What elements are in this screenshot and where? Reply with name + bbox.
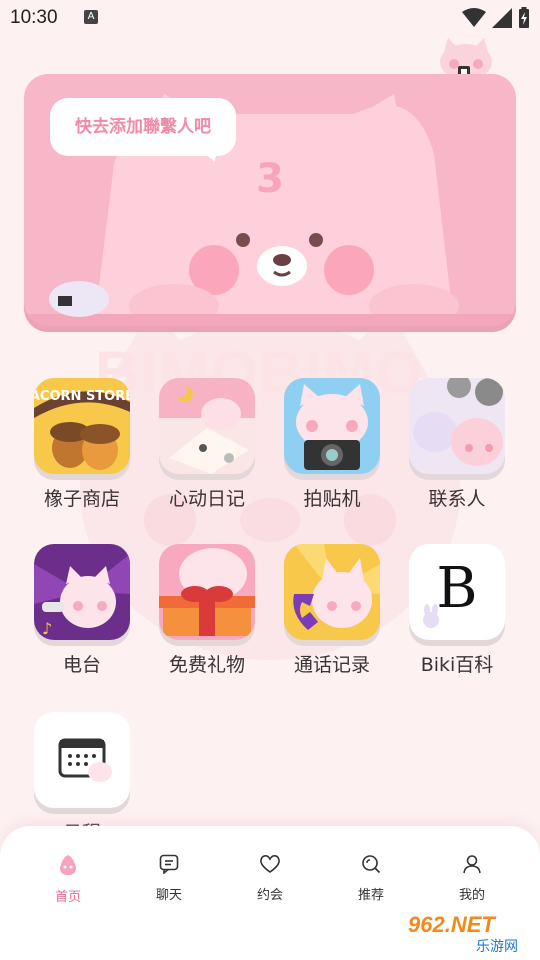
brand-watermark: 962.NET 乐游网	[402, 912, 536, 956]
svg-text:♪: ♪	[42, 619, 52, 638]
home-icon	[60, 855, 76, 875]
brand-line-1: 962.NET	[408, 912, 495, 937]
app-heart-diary[interactable]: 心动日记	[152, 378, 262, 511]
app-acorn-store[interactable]: ACORN STORE 橡子商店	[27, 378, 137, 511]
app-radio[interactable]: ♪ 电台	[27, 544, 137, 677]
app-label: Biki百科	[420, 654, 494, 676]
app-contacts[interactable]: 联系人	[402, 378, 512, 511]
nav-chat[interactable]: 聊天	[129, 854, 209, 903]
app-label: 联系人	[428, 488, 486, 510]
nav-home[interactable]: 首页	[28, 854, 108, 905]
app-label: 通话记录	[293, 654, 370, 676]
app-label: 电台	[62, 654, 101, 676]
nav-recommend[interactable]: 推荐	[331, 854, 411, 903]
wifi-icon	[462, 8, 486, 27]
app-biki-wiki[interactable]: B Biki百科	[402, 544, 512, 677]
contacts-icon	[409, 378, 505, 474]
battery-icon	[519, 7, 529, 28]
nav-date-label: 约会	[256, 888, 283, 903]
notification-icon: A	[84, 10, 98, 24]
brand-line-2: 乐游网	[476, 939, 518, 955]
heart-icon	[260, 855, 280, 873]
nav-date[interactable]: 约会	[230, 854, 310, 903]
app-free-gift[interactable]: 免费礼物	[152, 544, 262, 677]
heart-diary-icon	[159, 378, 255, 474]
app-label: 心动日记	[168, 488, 245, 510]
nav-chat-label: 聊天	[155, 888, 182, 903]
user-icon	[463, 855, 481, 874]
nav-recommend-label: 推荐	[357, 888, 384, 903]
status-time: 10:30	[10, 7, 58, 28]
biki-wiki-icon: B	[409, 544, 505, 640]
app-label: 橡子商店	[43, 488, 120, 510]
nav-me[interactable]: 我的	[432, 854, 512, 903]
nav-home-label: 首页	[54, 890, 81, 905]
free-gift-icon	[159, 544, 255, 640]
chat-icon	[159, 854, 179, 875]
app-call-log[interactable]: 通话记录	[277, 544, 387, 677]
signal-icon	[492, 8, 512, 28]
app-photo-booth[interactable]: 拍贴机	[277, 378, 387, 511]
schedule-icon	[34, 712, 130, 808]
acorn-store-icon-text: ACORN STORE	[34, 389, 130, 404]
radio-icon: ♪	[34, 544, 130, 640]
photo-booth-icon	[284, 378, 380, 474]
nav-me-label: 我的	[458, 888, 485, 903]
app-label: 拍贴机	[303, 488, 361, 510]
app-label: 免费礼物	[168, 654, 245, 676]
status-icons	[462, 7, 530, 29]
search-icon	[362, 855, 381, 874]
acorn-store-icon: ACORN STORE	[34, 378, 130, 474]
status-bar: 10:30 A	[0, 0, 540, 36]
home-banner[interactable]: 3 快去添加聯繫人吧	[24, 74, 516, 326]
svg-text:3: 3	[256, 156, 284, 202]
call-log-icon	[284, 544, 380, 640]
